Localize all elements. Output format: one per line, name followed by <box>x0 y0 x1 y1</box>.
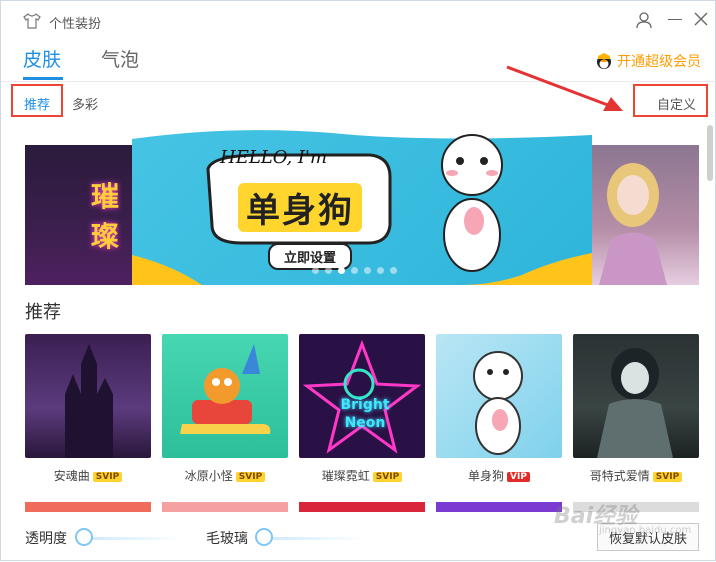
section-title-recommend: 推荐 <box>25 302 61 323</box>
banner-title: 单身狗 <box>238 183 362 232</box>
carousel-dot[interactable] <box>325 267 332 274</box>
skin-thumb[interactable] <box>573 334 699 458</box>
annotation-arrow-icon <box>506 65 623 111</box>
skin-thumb[interactable] <box>436 334 562 458</box>
neon-thumb-text: Bright Neon <box>340 397 390 431</box>
skin-caption: 哥特式爱情 SVIP <box>573 467 699 484</box>
scrollbar-thumb[interactable] <box>707 125 713 181</box>
carousel-dot[interactable] <box>390 267 397 274</box>
frosted-glass-slider-thumb[interactable] <box>255 528 273 546</box>
svip-badge: SVIP <box>235 472 266 482</box>
subtab-colorful[interactable]: 多彩 <box>72 94 98 113</box>
skin-caption: 冰原小怪 SVIP <box>162 467 288 484</box>
svip-badge: SVIP <box>372 472 403 482</box>
tab-skin[interactable]: 皮肤 <box>23 45 61 72</box>
window-title: 个性装扮 <box>49 17 102 32</box>
carousel-dot[interactable] <box>351 267 358 274</box>
carousel-dot[interactable] <box>364 267 371 274</box>
transparency-slider-thumb[interactable] <box>75 528 93 546</box>
skin-window: 个性装扮 皮肤 气泡 开通超级会员 推荐 多彩 自定义 璀璨 HELLO, I'… <box>0 0 716 561</box>
skin-card[interactable]: 单身狗 VIP <box>436 334 562 484</box>
titlebar: 个性装扮 <box>1 1 716 41</box>
banner-decor <box>132 125 592 285</box>
custom-link[interactable]: 自定义 <box>657 94 696 113</box>
skin-thumb[interactable]: Bright Neon <box>299 334 425 458</box>
skin-caption: 璀璨霓虹 SVIP <box>299 467 425 484</box>
skin-thumb[interactable] <box>299 502 425 512</box>
prev-preview-text: 璀璨 <box>91 180 120 253</box>
skin-grid: 安魂曲 SVIP 冰原小怪 SVIP Bright Neon 璀璨霓虹 SVIP… <box>25 334 699 484</box>
carousel-dot[interactable] <box>312 267 319 274</box>
skin-name: 璀璨霓虹 <box>321 469 370 483</box>
carousel-dots <box>312 267 397 274</box>
carousel-dot[interactable] <box>377 267 384 274</box>
banner-carousel[interactable]: 璀璨 HELLO, I'm 单身狗 立即设置 <box>25 125 699 285</box>
frosted-glass-label: 毛玻璃 <box>206 531 248 547</box>
gothic-doll-illustration-icon <box>597 348 673 458</box>
skin-thumb[interactable] <box>25 334 151 458</box>
transparency-label: 透明度 <box>25 531 67 547</box>
skin-thumb[interactable] <box>162 502 288 512</box>
skin-name: 安魂曲 <box>53 469 90 483</box>
carousel-prev-preview[interactable]: 璀璨 <box>25 145 133 285</box>
skin-card[interactable]: 冰原小怪 SVIP <box>162 334 288 484</box>
close-icon[interactable] <box>693 11 709 27</box>
svip-badge: SVIP <box>92 472 123 482</box>
carousel-next-preview[interactable] <box>591 145 699 285</box>
shirt-icon <box>23 13 41 29</box>
castle-illustration-icon <box>65 344 113 458</box>
skin-caption: 单身狗 VIP <box>436 467 562 484</box>
sled-monster-illustration-icon <box>180 344 271 434</box>
skin-name: 冰原小怪 <box>184 469 233 483</box>
subtab-recommend[interactable]: 推荐 <box>24 94 50 113</box>
tab-bubble[interactable]: 气泡 <box>101 45 139 72</box>
banner-main[interactable]: HELLO, I'm 单身狗 立即设置 <box>132 125 592 285</box>
watermark-sub: jingyan.baidu.com <box>599 525 692 536</box>
minimize-icon[interactable] <box>668 19 682 20</box>
transparency-slider-track[interactable] <box>83 537 183 540</box>
skin-card[interactable]: 安魂曲 SVIP <box>25 334 151 484</box>
single-dog-illustration-icon <box>473 351 523 455</box>
skin-name: 单身狗 <box>468 469 505 483</box>
banner-set-now-button[interactable]: 立即设置 <box>268 243 353 270</box>
banner-hello-text: HELLO, I'm <box>220 147 328 168</box>
skin-thumb[interactable] <box>436 502 562 512</box>
skin-thumb[interactable] <box>162 334 288 458</box>
skin-thumb[interactable] <box>25 502 151 512</box>
doll-illustration-icon <box>599 163 667 285</box>
vip-badge: VIP <box>507 472 530 482</box>
user-icon[interactable] <box>635 11 653 29</box>
skin-name: 哥特式爱情 <box>589 469 650 483</box>
tab-underline <box>23 77 63 80</box>
svip-badge: SVIP <box>652 472 683 482</box>
skin-card[interactable]: Bright Neon 璀璨霓虹 SVIP <box>299 334 425 484</box>
skin-caption: 安魂曲 SVIP <box>25 467 151 484</box>
carousel-dot[interactable] <box>338 267 345 274</box>
skin-card[interactable]: 哥特式爱情 SVIP <box>573 334 699 484</box>
frosted-glass-slider-track[interactable] <box>263 537 363 540</box>
